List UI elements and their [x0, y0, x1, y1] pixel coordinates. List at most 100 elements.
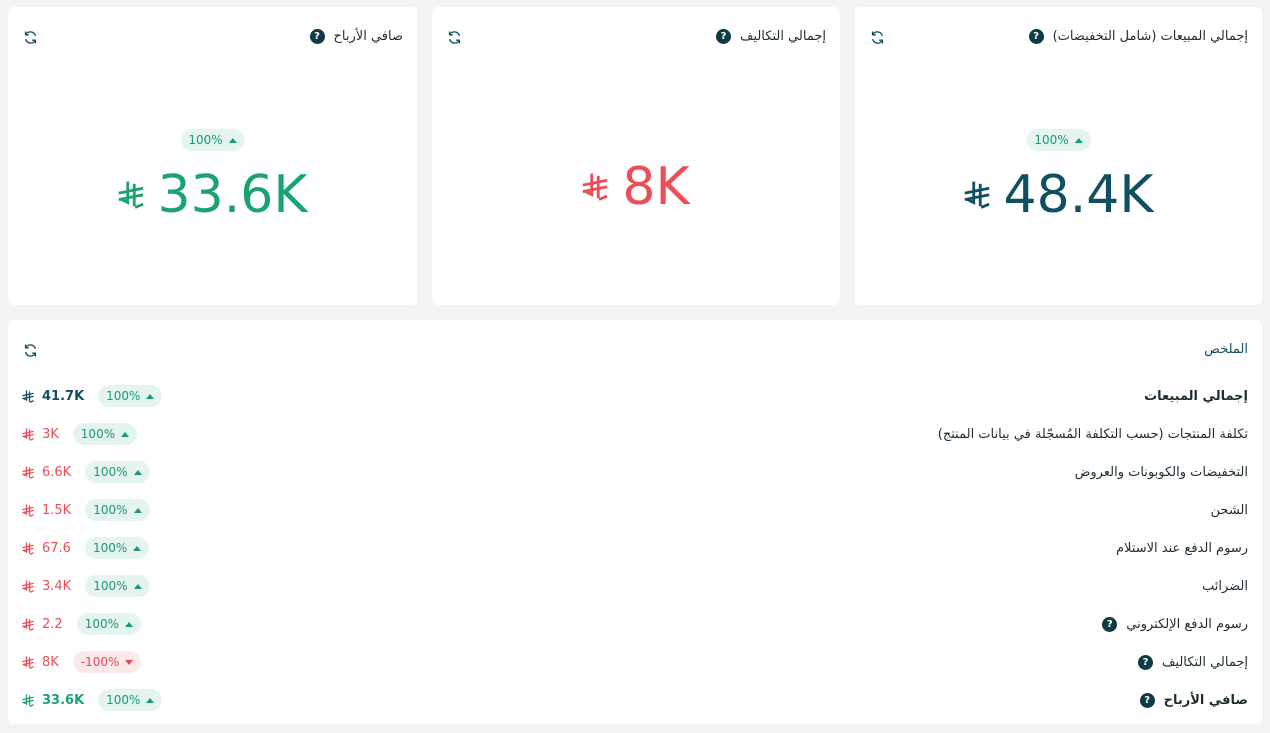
riyal-icon — [22, 389, 34, 403]
change-badge: 100% — [98, 689, 163, 711]
change-badge: 100% — [76, 613, 141, 635]
summary-row-label-group: رسوم الدفع عند الاستلام — [1116, 541, 1248, 556]
summary-row: صافي الأرباح? 33.6K 100% — [8, 681, 1262, 719]
kpi-value-row: 33.6K — [8, 165, 417, 225]
summary-row-value-group: 33.6K 100% — [22, 689, 163, 711]
summary-row-value: 1.5K — [42, 502, 72, 518]
summary-row-label-group: إجمالي المبيعات — [1144, 389, 1248, 404]
kpi-title-row: إجمالي التكاليف ? — [715, 29, 826, 44]
summary-card: الملخص إجمالي المبيعات 41.7K 100% تكلفة الم… — [8, 320, 1262, 724]
summary-row-value-group: 3K 100% — [22, 423, 138, 445]
summary-row-label-group: الشحن — [1211, 503, 1248, 518]
help-icon[interactable]: ? — [1137, 654, 1153, 670]
arrow-up-icon — [133, 507, 142, 513]
summary-row-value: 6.6K — [42, 464, 72, 480]
summary-row: إجمالي المبيعات 41.7K 100% — [8, 377, 1262, 415]
summary-row-value-group: 6.6K 100% — [22, 461, 150, 483]
summary-row-label: رسوم الدفع عند الاستلام — [1115, 540, 1248, 556]
help-icon[interactable]: ? — [715, 29, 731, 44]
arrow-up-icon — [146, 393, 155, 399]
change-value: 100% — [92, 541, 128, 555]
change-value: 100% — [106, 693, 141, 707]
change-value: 100% — [93, 465, 128, 479]
help-icon[interactable]: ? — [1028, 29, 1044, 44]
summary-row-label-group: إجمالي التكاليف? — [1137, 654, 1248, 670]
summary-row-value-group: 67.6 100% — [22, 537, 150, 559]
riyal-icon — [22, 427, 34, 441]
riyal-icon — [22, 693, 34, 707]
help-icon[interactable]: ? — [1139, 692, 1155, 708]
arrow-up-icon — [146, 697, 155, 703]
kpi-value-row: 8K — [432, 157, 840, 217]
riyal-icon — [22, 541, 34, 555]
arrow-down-icon — [125, 659, 134, 665]
change-badge: 100% — [180, 129, 245, 151]
kpi-title-row: صافي الأرباح ? — [309, 29, 403, 44]
summary-row-label: الشحن — [1210, 502, 1248, 518]
summary-row: الشحن 1.5K 100% — [8, 491, 1262, 529]
kpi-card-total-sales: إجمالي المبيعات (شامل التخفيضات) ? 100% … — [855, 7, 1262, 305]
change-value: 100% — [1034, 133, 1069, 147]
refresh-icon[interactable] — [446, 29, 463, 46]
change-value: 100% — [106, 389, 141, 403]
summary-title: الملخص — [1204, 342, 1248, 357]
summary-row-value: 33.6K — [42, 692, 85, 708]
arrow-up-icon — [133, 469, 142, 475]
arrow-up-icon — [133, 583, 142, 589]
help-icon[interactable]: ? — [1102, 616, 1118, 632]
kpi-card-total-costs: إجمالي التكاليف ? 8K — [432, 7, 840, 305]
arrow-up-icon — [228, 137, 237, 143]
change-value: 100% — [84, 617, 119, 631]
refresh-icon[interactable] — [869, 29, 886, 46]
summary-row-value: 3.4K — [42, 578, 72, 594]
summary-row-label: رسوم الدفع الإلكتروني — [1126, 616, 1248, 632]
summary-row-value-group: 2.2 100% — [22, 613, 141, 635]
change-badge: 100% — [84, 537, 150, 559]
summary-row: التخفيضات والكوبونات والعروض 6.6K 100% — [8, 453, 1262, 491]
summary-row-label: إجمالي التكاليف — [1161, 654, 1248, 670]
summary-row-label-group: صافي الأرباح? — [1139, 692, 1248, 708]
change-badge: 100% — [85, 499, 150, 521]
change-badge: 100% — [98, 385, 163, 407]
summary-row-value-group: 1.5K 100% — [22, 499, 150, 521]
summary-row-value-group: 8K -100% — [22, 651, 142, 673]
summary-row-label-group: رسوم الدفع الإلكتروني? — [1102, 616, 1248, 632]
change-badge: 100% — [85, 461, 150, 483]
arrow-up-icon — [121, 431, 130, 437]
summary-row-value: 67.6 — [42, 540, 71, 556]
change-value: 100% — [93, 503, 128, 517]
refresh-icon[interactable] — [22, 342, 39, 359]
summary-row-value-group: 41.7K 100% — [22, 385, 163, 407]
kpi-title: إجمالي التكاليف — [739, 29, 826, 44]
kpi-title-row: إجمالي المبيعات (شامل التخفيضات) ? — [1028, 29, 1248, 44]
riyal-icon — [582, 172, 609, 202]
refresh-icon[interactable] — [22, 29, 39, 46]
summary-row-label: التخفيضات والكوبونات والعروض — [1074, 464, 1248, 480]
change-badge: -100% — [72, 651, 142, 673]
summary-row: الضرائب 3.4K 100% — [8, 567, 1262, 605]
summary-row-label-group: الضرائب — [1202, 579, 1248, 594]
change-value: 100% — [80, 427, 116, 441]
summary-row-label: الضرائب — [1201, 578, 1248, 594]
summary-row-label-group: التخفيضات والكوبونات والعروض — [1075, 465, 1248, 480]
kpi-value: 48.4K — [1003, 165, 1154, 225]
kpi-value: 33.6K — [157, 165, 308, 225]
arrow-up-icon — [133, 545, 142, 551]
help-icon[interactable]: ? — [309, 29, 325, 44]
change-value: 100% — [93, 579, 128, 593]
summary-row-value: 2.2 — [42, 616, 63, 632]
summary-row-value: 41.7K — [42, 388, 85, 404]
kpi-title: إجمالي المبيعات (شامل التخفيضات) — [1052, 29, 1248, 44]
summary-row-label: إجمالي المبيعات — [1144, 388, 1248, 404]
kpi-value-row: 48.4K — [855, 165, 1262, 225]
change-value: 100% — [188, 133, 223, 147]
arrow-up-icon — [125, 621, 133, 627]
summary-row-value: 3K — [42, 426, 59, 442]
riyal-icon — [22, 579, 34, 593]
summary-row-label: صافي الأرباح — [1163, 692, 1248, 708]
change-badge: 100% — [1026, 129, 1091, 151]
summary-row: رسوم الدفع عند الاستلام 67.6 100% — [8, 529, 1262, 567]
summary-row-label: تكلفة المنتجات (حسب التكلفة المُسجّلة في… — [937, 426, 1248, 442]
riyal-icon — [118, 180, 144, 210]
change-badge: 100% — [85, 575, 150, 597]
